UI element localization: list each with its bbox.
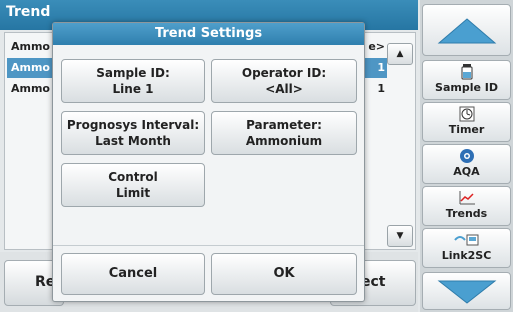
- instrument-screen: Trend Ammo e> Ammo 1 Ammo 1 ▲ ▼ Re ect S…: [0, 0, 513, 312]
- timer-icon: [423, 103, 510, 123]
- timer-label: Timer: [448, 123, 485, 136]
- list-item-label: Ammo: [11, 61, 50, 74]
- sample-id-setting-value: Line 1: [112, 82, 154, 96]
- prognosys-interval-setting-value: Last Month: [95, 134, 171, 148]
- aqa-label: AQA: [453, 165, 480, 178]
- operator-id-setting-button[interactable]: Operator ID: <All>: [211, 59, 357, 103]
- scroll-down-button[interactable]: ▼: [387, 225, 413, 247]
- operator-id-setting-value: <All>: [265, 82, 303, 96]
- sample-id-setting-button[interactable]: Sample ID: Line 1: [61, 59, 205, 103]
- arrow-down-icon: [437, 280, 497, 304]
- trend-chart-icon: [423, 187, 510, 207]
- list-item-value: e>: [368, 40, 385, 53]
- sample-id-label: Sample ID: [435, 81, 498, 94]
- triangle-up-icon: ▲: [396, 49, 404, 59]
- prognosys-interval-setting-button[interactable]: Prognosys Interval: Last Month: [61, 111, 205, 155]
- link2sc-button[interactable]: Link2SC: [422, 228, 511, 268]
- triangle-down-icon: ▼: [396, 231, 404, 241]
- control-limit-label-line1: Control: [108, 170, 158, 184]
- list-item-label: Ammo: [11, 82, 50, 95]
- parameter-setting-label: Parameter:: [246, 118, 322, 132]
- ok-button-label: OK: [273, 266, 295, 281]
- list-scrollbar[interactable]: ▲ ▼: [387, 35, 413, 247]
- trends-label: Trends: [445, 207, 488, 220]
- parameter-setting-button[interactable]: Parameter: Ammonium: [211, 111, 357, 155]
- sample-id-setting-label: Sample ID:: [96, 66, 170, 80]
- dialog-divider: [53, 245, 364, 246]
- background-title: Trend: [6, 4, 51, 20]
- arrow-up-icon: [437, 18, 497, 44]
- side-panel: Sample ID Timer AQA Trends Link2SC: [420, 0, 513, 312]
- ok-button[interactable]: OK: [211, 253, 357, 295]
- list-item-value: 1: [377, 82, 385, 95]
- operator-id-setting-label: Operator ID:: [241, 66, 327, 80]
- link2sc-icon: [423, 229, 510, 249]
- scroll-up-arrow-button[interactable]: [422, 4, 511, 56]
- dialog-title: Trend Settings: [53, 23, 364, 45]
- cancel-button-label: Cancel: [108, 266, 158, 281]
- link2sc-label: Link2SC: [441, 249, 492, 262]
- timer-button[interactable]: Timer: [422, 102, 511, 142]
- list-item-label: Ammo: [11, 40, 50, 53]
- aqa-button[interactable]: AQA: [422, 144, 511, 184]
- parameter-setting-value: Ammonium: [245, 134, 323, 148]
- control-limit-button[interactable]: Control Limit: [61, 163, 205, 207]
- control-limit-label-line2: Limit: [115, 186, 151, 200]
- scroll-down-arrow-button[interactable]: [422, 272, 511, 310]
- prognosys-interval-setting-label: Prognosys Interval:: [66, 118, 200, 132]
- sample-bottle-icon: [423, 61, 510, 81]
- scroll-up-button[interactable]: ▲: [387, 43, 413, 65]
- aqa-icon: [423, 145, 510, 165]
- trend-settings-dialog: Trend Settings Sample ID: Line 1 Operato…: [52, 22, 365, 302]
- cancel-button[interactable]: Cancel: [61, 253, 205, 295]
- list-item-value: 1: [377, 61, 385, 74]
- trends-button[interactable]: Trends: [422, 186, 511, 226]
- sample-id-button[interactable]: Sample ID: [422, 60, 511, 100]
